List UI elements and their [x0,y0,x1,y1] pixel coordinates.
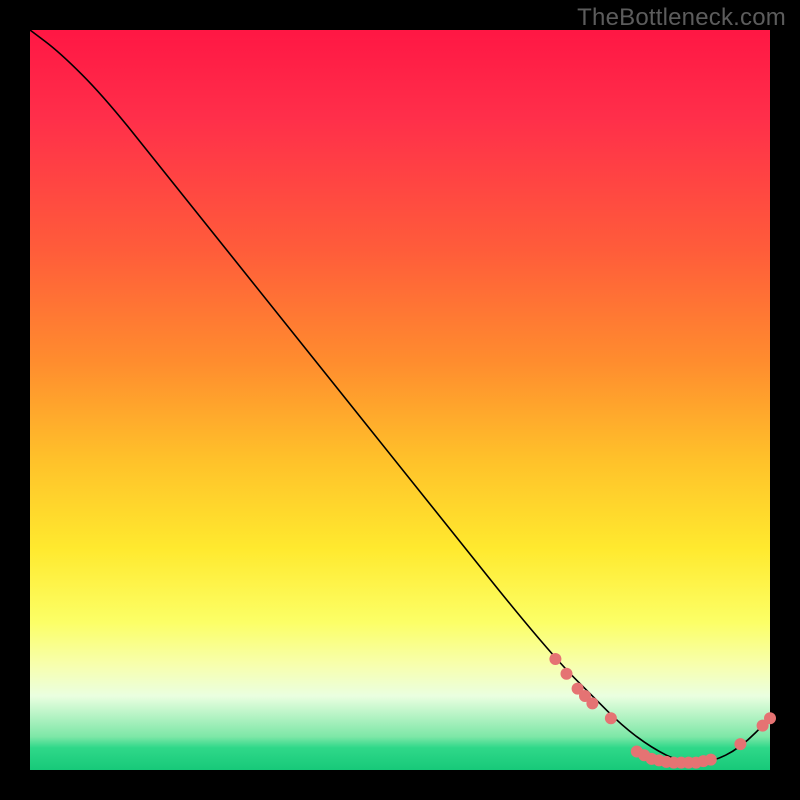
bottleneck-curve [30,30,770,763]
data-point [561,668,573,680]
data-point [605,712,617,724]
data-point [705,754,717,766]
data-point [764,712,776,724]
plot-area [30,30,770,770]
data-markers [549,653,776,769]
chart-svg [30,30,770,770]
watermark-label: TheBottleneck.com [577,4,786,32]
data-point [549,653,561,665]
chart-frame: TheBottleneck.com [0,0,800,800]
data-point [586,697,598,709]
data-point [734,738,746,750]
